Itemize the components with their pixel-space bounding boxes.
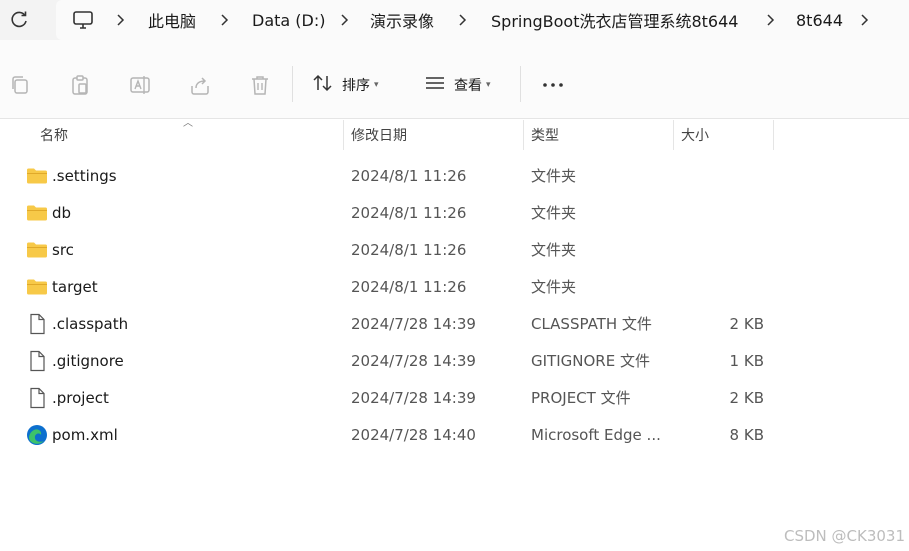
file-type: 文件夹 (531, 167, 577, 185)
file-icon (26, 350, 48, 372)
file-size: 1 KB (729, 351, 764, 370)
breadcrumb-item[interactable]: SpringBoot洗衣店管理系统8t644 (491, 0, 738, 40)
file-row[interactable]: db 2024/8/1 11:26 文件夹 (0, 194, 909, 231)
view-list-icon (424, 72, 446, 98)
file-icon (26, 387, 48, 409)
file-name: .project (52, 388, 109, 407)
column-divider[interactable] (773, 120, 774, 150)
file-size: 2 KB (729, 388, 764, 407)
file-row[interactable]: src 2024/8/1 11:26 文件夹 (0, 231, 909, 268)
file-size (680, 194, 764, 231)
watermark: CSDN @CK3031 (783, 527, 905, 545)
chevron-right-icon[interactable] (456, 12, 470, 28)
chevron-right-icon[interactable] (114, 12, 128, 28)
file-type: 文件夹 (531, 204, 577, 222)
address-bar-area: 此电脑 Data (D:) 演示录像 SpringBoot洗衣店管理系统8t64… (0, 0, 909, 40)
folder-icon (26, 165, 48, 187)
column-divider[interactable] (343, 120, 344, 150)
address-bar[interactable]: 此电脑 Data (D:) 演示录像 SpringBoot洗衣店管理系统8t64… (56, 0, 909, 40)
file-name: pom.xml (52, 425, 118, 444)
file-date: 2024/8/1 11:26 (351, 203, 467, 222)
delete-icon[interactable] (249, 74, 271, 96)
toolbar-divider (292, 66, 293, 102)
file-type: Microsoft Edge ... (531, 425, 661, 444)
file-size: 2 KB (729, 314, 764, 333)
breadcrumb-item[interactable]: Data (D:) (252, 0, 325, 40)
file-type: 文件夹 (531, 241, 577, 259)
file-name: src (52, 240, 74, 259)
sort-label: 排序 (342, 78, 370, 94)
file-type: 文件夹 (531, 278, 577, 296)
file-type: GITIGNORE 文件 (531, 352, 650, 370)
column-header-type[interactable]: 类型 (531, 118, 559, 152)
sort-button[interactable]: 排序 ▾ (312, 70, 379, 100)
breadcrumb-item[interactable]: 8t644 (796, 0, 843, 40)
column-divider[interactable] (673, 120, 674, 150)
file-date: 2024/7/28 14:39 (351, 351, 476, 370)
file-type: PROJECT 文件 (531, 389, 631, 407)
refresh-icon[interactable] (8, 9, 30, 31)
file-size (680, 268, 764, 305)
folder-icon (26, 239, 48, 261)
sort-ascending-icon: ︿ (183, 118, 193, 129)
file-date: 2024/7/28 14:40 (351, 425, 476, 444)
file-row[interactable]: .project 2024/7/28 14:39 PROJECT 文件 2 KB (0, 379, 909, 416)
column-header-name[interactable]: 名称 (40, 118, 68, 152)
view-button[interactable]: 查看 ▾ (424, 70, 491, 100)
computer-icon[interactable] (72, 9, 94, 35)
file-date: 2024/8/1 11:26 (351, 240, 467, 259)
column-divider[interactable] (523, 120, 524, 150)
folder-icon (26, 276, 48, 298)
more-options-icon[interactable] (542, 74, 564, 96)
command-bar: 排序 ▾ 查看 ▾ (0, 40, 909, 119)
chevron-down-icon: ▾ (374, 80, 379, 90)
file-row[interactable]: .gitignore 2024/7/28 14:39 GITIGNORE 文件 … (0, 342, 909, 379)
edge-icon (26, 424, 48, 446)
file-size (680, 231, 764, 268)
share-icon[interactable] (189, 74, 211, 96)
folder-icon (26, 202, 48, 224)
file-icon (26, 313, 48, 335)
file-name: .gitignore (52, 351, 124, 370)
file-name: .classpath (52, 314, 129, 333)
file-row[interactable]: .classpath 2024/7/28 14:39 CLASSPATH 文件 … (0, 305, 909, 342)
file-type: CLASSPATH 文件 (531, 315, 652, 333)
file-date: 2024/7/28 14:39 (351, 388, 476, 407)
column-header-size[interactable]: 大小 (681, 118, 709, 152)
file-size (680, 157, 764, 194)
file-row[interactable]: .settings 2024/8/1 11:26 文件夹 (0, 157, 909, 194)
chevron-right-icon[interactable] (764, 12, 778, 28)
sort-icon (312, 72, 334, 98)
breadcrumb-item[interactable]: 演示录像 (370, 0, 434, 40)
chevron-down-icon: ▾ (486, 80, 491, 90)
file-row[interactable]: target 2024/8/1 11:26 文件夹 (0, 268, 909, 305)
file-name: target (52, 277, 98, 296)
file-name: .settings (52, 166, 117, 185)
file-name: db (52, 203, 72, 222)
rename-icon[interactable] (129, 74, 151, 96)
chevron-right-icon[interactable] (218, 12, 232, 28)
file-date: 2024/7/28 14:39 (351, 314, 476, 333)
copy-icon[interactable] (9, 74, 31, 96)
column-header-date[interactable]: 修改日期 (351, 118, 407, 152)
file-row[interactable]: pom.xml 2024/7/28 14:40 Microsoft Edge .… (0, 416, 909, 453)
breadcrumb-item[interactable]: 此电脑 (148, 0, 196, 40)
toolbar-divider (520, 66, 521, 102)
view-label: 查看 (454, 78, 482, 94)
chevron-right-icon[interactable] (338, 12, 352, 28)
file-date: 2024/8/1 11:26 (351, 277, 467, 296)
paste-icon[interactable] (69, 74, 91, 96)
file-size: 8 KB (729, 425, 764, 444)
file-date: 2024/8/1 11:26 (351, 166, 467, 185)
chevron-right-icon[interactable] (858, 12, 872, 28)
